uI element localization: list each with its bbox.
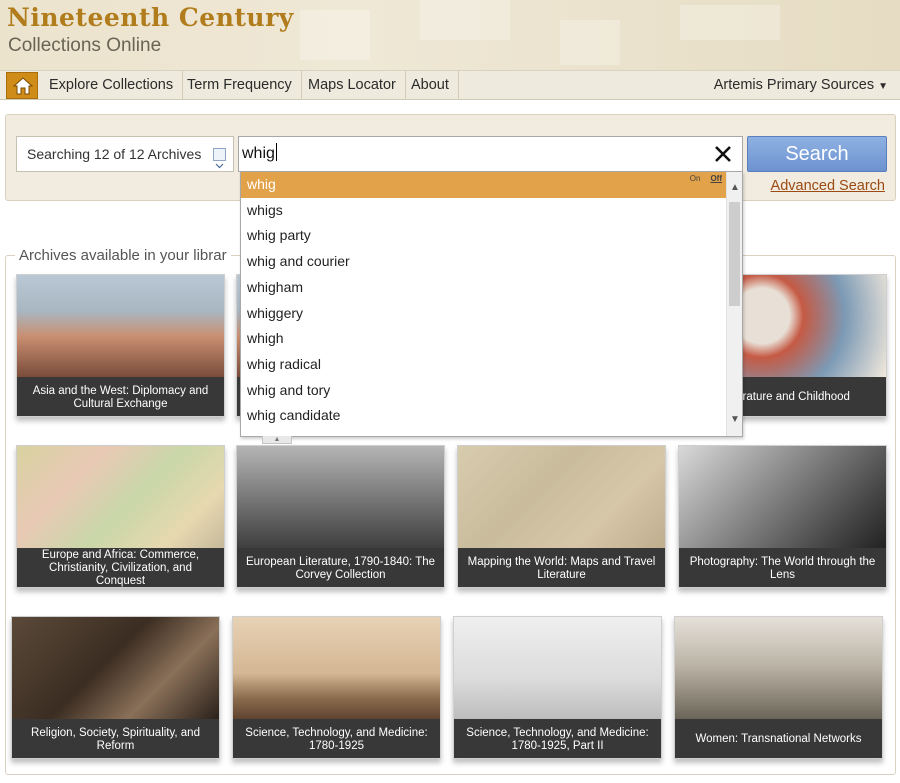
header-decoration xyxy=(560,20,620,65)
archive-image xyxy=(233,617,440,719)
chevron-down-icon[interactable]: ▼ xyxy=(727,412,743,428)
toggle-on[interactable]: On xyxy=(690,174,701,183)
suggestion-item[interactable]: whig radical xyxy=(241,352,727,378)
archive-image xyxy=(17,275,224,377)
suggestion-item[interactable]: whig candidate xyxy=(241,403,727,429)
archive-card-science-1[interactable]: Science, Technology, and Medicine: 1780-… xyxy=(232,616,441,759)
suggestion-item[interactable]: whig party xyxy=(241,223,727,249)
archive-image xyxy=(237,446,444,548)
archive-title: Science, Technology, and Medicine: 1780-… xyxy=(233,719,440,758)
toggle-off[interactable]: Off xyxy=(710,174,722,183)
header-decoration xyxy=(420,0,510,40)
autocomplete-scrollbar[interactable]: ▲ ▼ xyxy=(726,172,742,436)
archive-image xyxy=(458,446,665,548)
archive-image xyxy=(17,446,224,548)
archive-card-religion[interactable]: Religion, Society, Spirituality, and Ref… xyxy=(11,616,220,759)
home-button[interactable] xyxy=(6,72,38,99)
search-button[interactable]: Search xyxy=(747,136,887,172)
archive-card-corvey[interactable]: European Literature, 1790-1840: The Corv… xyxy=(236,445,445,588)
archive-card-science-2[interactable]: Science, Technology, and Medicine: 1780-… xyxy=(453,616,662,759)
site-title[interactable]: Nineteenth Century xyxy=(7,3,294,32)
scrollbar-thumb[interactable] xyxy=(729,202,740,306)
suggestion-item[interactable]: whigh xyxy=(241,326,727,352)
archive-title: Asia and the West: Diplomacy and Cultura… xyxy=(17,377,224,416)
archive-title: European Literature, 1790-1840: The Corv… xyxy=(237,548,444,587)
nav-explore-collections[interactable]: Explore Collections xyxy=(40,71,184,100)
archives-legend: Archives available in your librar xyxy=(15,247,231,264)
suggestion-item[interactable]: whig and courier xyxy=(241,249,727,275)
archive-card-asia[interactable]: Asia and the West: Diplomacy and Cultura… xyxy=(16,274,225,417)
archives-select-label: Searching 12 of 12 Archives xyxy=(27,146,202,162)
search-query: whig xyxy=(242,145,275,162)
suggestion-item[interactable]: whigs xyxy=(241,198,727,224)
dropdown-icon xyxy=(213,148,226,169)
search-input[interactable]: whig xyxy=(238,136,743,172)
suggestion-item[interactable]: whigham xyxy=(241,275,727,301)
caret-down-icon: ▼ xyxy=(878,81,888,92)
archive-title: Europe and Africa: Commerce, Christianit… xyxy=(17,548,224,587)
archive-image xyxy=(12,617,219,719)
archive-title: Religion, Society, Spirituality, and Ref… xyxy=(12,719,219,758)
archives-select[interactable]: Searching 12 of 12 Archives xyxy=(16,136,234,172)
suggestion-item[interactable]: whig xyxy=(241,172,727,198)
advanced-search-link[interactable]: Advanced Search xyxy=(771,178,885,194)
resize-handle[interactable]: ▲ xyxy=(262,436,292,444)
nav-about[interactable]: About xyxy=(402,71,459,100)
home-icon xyxy=(13,77,33,95)
suggestion-item[interactable]: whiggery xyxy=(241,301,727,327)
text-cursor xyxy=(275,143,277,161)
artemis-menu[interactable]: Artemis Primary Sources ▼ xyxy=(714,71,888,100)
archive-card-europe-africa[interactable]: Europe and Africa: Commerce, Christianit… xyxy=(16,445,225,588)
artemis-menu-label: Artemis Primary Sources xyxy=(713,77,875,93)
archive-card-photography[interactable]: Photography: The World through the Lens xyxy=(678,445,887,588)
autocomplete-dropdown: whig On Off whigs whig party whig and cou… xyxy=(240,171,743,437)
autocomplete-toggle: On Off xyxy=(690,174,722,183)
site-subtitle[interactable]: Collections Online xyxy=(8,35,161,57)
archive-image xyxy=(679,446,886,548)
archive-title: Women: Transnational Networks xyxy=(675,719,882,758)
archive-title: Science, Technology, and Medicine: 1780-… xyxy=(454,719,661,758)
chevron-up-icon[interactable]: ▲ xyxy=(727,180,743,196)
nav-maps-locator[interactable]: Maps Locator xyxy=(299,71,406,100)
archive-title: Mapping the World: Maps and Travel Liter… xyxy=(458,548,665,587)
archive-card-maps[interactable]: Mapping the World: Maps and Travel Liter… xyxy=(457,445,666,588)
header-decoration xyxy=(680,5,780,40)
archive-image xyxy=(454,617,661,719)
site-header: Nineteenth Century Collections Online xyxy=(0,0,900,70)
suggestion-item[interactable]: whig and tory xyxy=(241,378,727,404)
main-nav: Explore Collections Term Frequency Maps … xyxy=(0,70,900,100)
header-decoration xyxy=(300,10,370,60)
archive-title: Photography: The World through the Lens xyxy=(679,548,886,587)
archive-card-women[interactable]: Women: Transnational Networks xyxy=(674,616,883,759)
archive-image xyxy=(675,617,882,719)
nav-term-frequency[interactable]: Term Frequency xyxy=(178,71,302,100)
